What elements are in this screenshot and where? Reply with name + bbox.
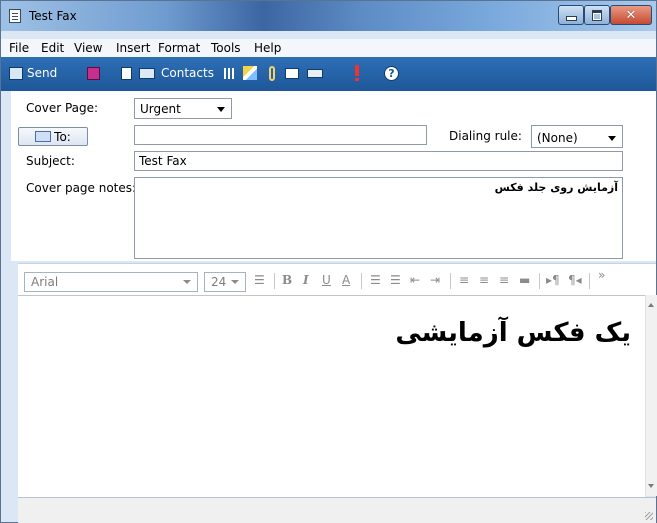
increase-indent-icon[interactable]: ⇥ — [430, 273, 440, 287]
separator — [539, 273, 540, 289]
contacts-icon[interactable] — [139, 68, 155, 79]
maximize-button[interactable] — [584, 5, 610, 25]
align-left-icon[interactable]: ≡ — [459, 273, 469, 287]
to-field[interactable] — [134, 125, 427, 145]
attach-icon[interactable] — [269, 66, 275, 81]
document-icon[interactable] — [121, 67, 132, 80]
to-button[interactable]: To: — [18, 127, 88, 146]
ltr-icon[interactable]: ▸¶ — [546, 273, 560, 287]
italic-button[interactable]: I — [303, 273, 309, 287]
numbered-list-icon[interactable]: ☰ — [370, 273, 381, 287]
close-icon: ✕ — [625, 7, 637, 23]
menu-tools[interactable]: Tools — [211, 41, 241, 55]
bold-button[interactable]: B — [282, 273, 292, 287]
chevron-down-icon — [608, 136, 616, 141]
paragraph-style-icon[interactable]: ☰ — [254, 273, 265, 287]
align-center-icon[interactable]: ≡ — [479, 273, 489, 287]
subject-label: Subject: — [26, 154, 75, 168]
separator — [274, 273, 275, 289]
subject-field[interactable]: Test Fax — [134, 151, 623, 171]
cover-page-select[interactable]: Urgent — [134, 98, 232, 119]
cover-notes-label: Cover page notes: — [26, 181, 137, 195]
maximize-icon — [592, 9, 602, 21]
spellcheck-icon[interactable] — [243, 66, 257, 80]
font-family-value: Arial — [31, 275, 59, 289]
contacts-button[interactable]: Contacts — [161, 66, 214, 80]
font-family-select[interactable]: Arial — [24, 272, 198, 292]
main-toolbar: Send Contacts ? — [1, 57, 656, 91]
menu-insert[interactable]: Insert — [116, 41, 150, 55]
window-title: Test Fax — [29, 9, 77, 23]
dialing-rule-value: (None) — [537, 131, 578, 145]
menu-edit[interactable]: Edit — [41, 41, 64, 55]
separator — [589, 273, 590, 289]
scroll-up-icon[interactable] — [648, 303, 654, 307]
grid-icon[interactable] — [224, 68, 235, 79]
menu-bar: File Edit View Insert Format Tools Help — [1, 39, 656, 57]
chevron-down-icon — [217, 107, 225, 112]
separator — [361, 273, 362, 289]
menu-format[interactable]: Format — [158, 41, 200, 55]
font-size-select[interactable]: 24 — [204, 272, 246, 292]
status-bar — [18, 497, 656, 523]
resize-grip-icon[interactable] — [645, 512, 653, 520]
separator — [450, 273, 451, 289]
minimize-button[interactable] — [558, 5, 584, 25]
vertical-scrollbar[interactable] — [645, 295, 657, 496]
cover-notes-text: آزمایش روی جلد فکس — [494, 181, 618, 194]
help-icon[interactable]: ? — [384, 66, 399, 81]
cover-notes-field[interactable]: آزمایش روی جلد فکس — [134, 177, 623, 259]
chevron-down-icon — [231, 280, 239, 284]
fax-body-text: یک فکس آزمایشی — [395, 318, 631, 348]
underline-button[interactable]: U — [322, 273, 331, 287]
save-icon[interactable] — [87, 67, 100, 80]
scroll-down-icon[interactable] — [648, 484, 654, 488]
menu-help[interactable]: Help — [254, 41, 281, 55]
rtl-icon[interactable]: ¶◂ — [568, 273, 582, 287]
fax-window: Test Fax ✕ File Edit View Insert Format … — [0, 0, 657, 523]
scan-icon[interactable] — [307, 69, 323, 78]
title-bar[interactable]: Test Fax ✕ — [1, 1, 656, 31]
bulleted-list-icon[interactable]: ☰ — [390, 273, 401, 287]
priority-icon[interactable] — [355, 65, 359, 81]
more-options-button[interactable]: » — [598, 268, 605, 282]
decrease-indent-icon[interactable]: ⇤ — [410, 273, 420, 287]
menu-view[interactable]: View — [74, 41, 102, 55]
cover-page-label: Cover Page: — [26, 101, 99, 115]
send-icon[interactable] — [9, 67, 23, 80]
justify-icon[interactable]: ▬ — [519, 273, 530, 287]
dialing-rule-select[interactable]: (None) — [531, 125, 623, 148]
dialing-rule-label: Dialing rule: — [449, 129, 522, 143]
align-right-icon[interactable]: ≡ — [499, 273, 509, 287]
fax-document-icon — [9, 9, 21, 23]
menu-file[interactable]: File — [9, 41, 29, 55]
close-button[interactable]: ✕ — [610, 5, 652, 25]
format-toolbar: Arial 24 ☰ B I U A ☰ ☰ ⇤ ⇥ ≡ ≡ ≡ ▬ ▸¶ ¶◂… — [18, 263, 656, 296]
chevron-down-icon — [183, 280, 191, 284]
address-book-icon — [35, 131, 52, 142]
minimize-icon — [565, 15, 577, 21]
send-button[interactable]: Send — [27, 66, 57, 80]
cover-page-value: Urgent — [140, 102, 181, 116]
font-color-button[interactable]: A — [342, 273, 350, 287]
font-size-value: 24 — [211, 275, 227, 289]
to-button-label: To: — [54, 129, 71, 144]
fax-body-editor[interactable]: یک فکس آزمایشی — [18, 295, 645, 497]
image-icon[interactable] — [285, 68, 299, 79]
